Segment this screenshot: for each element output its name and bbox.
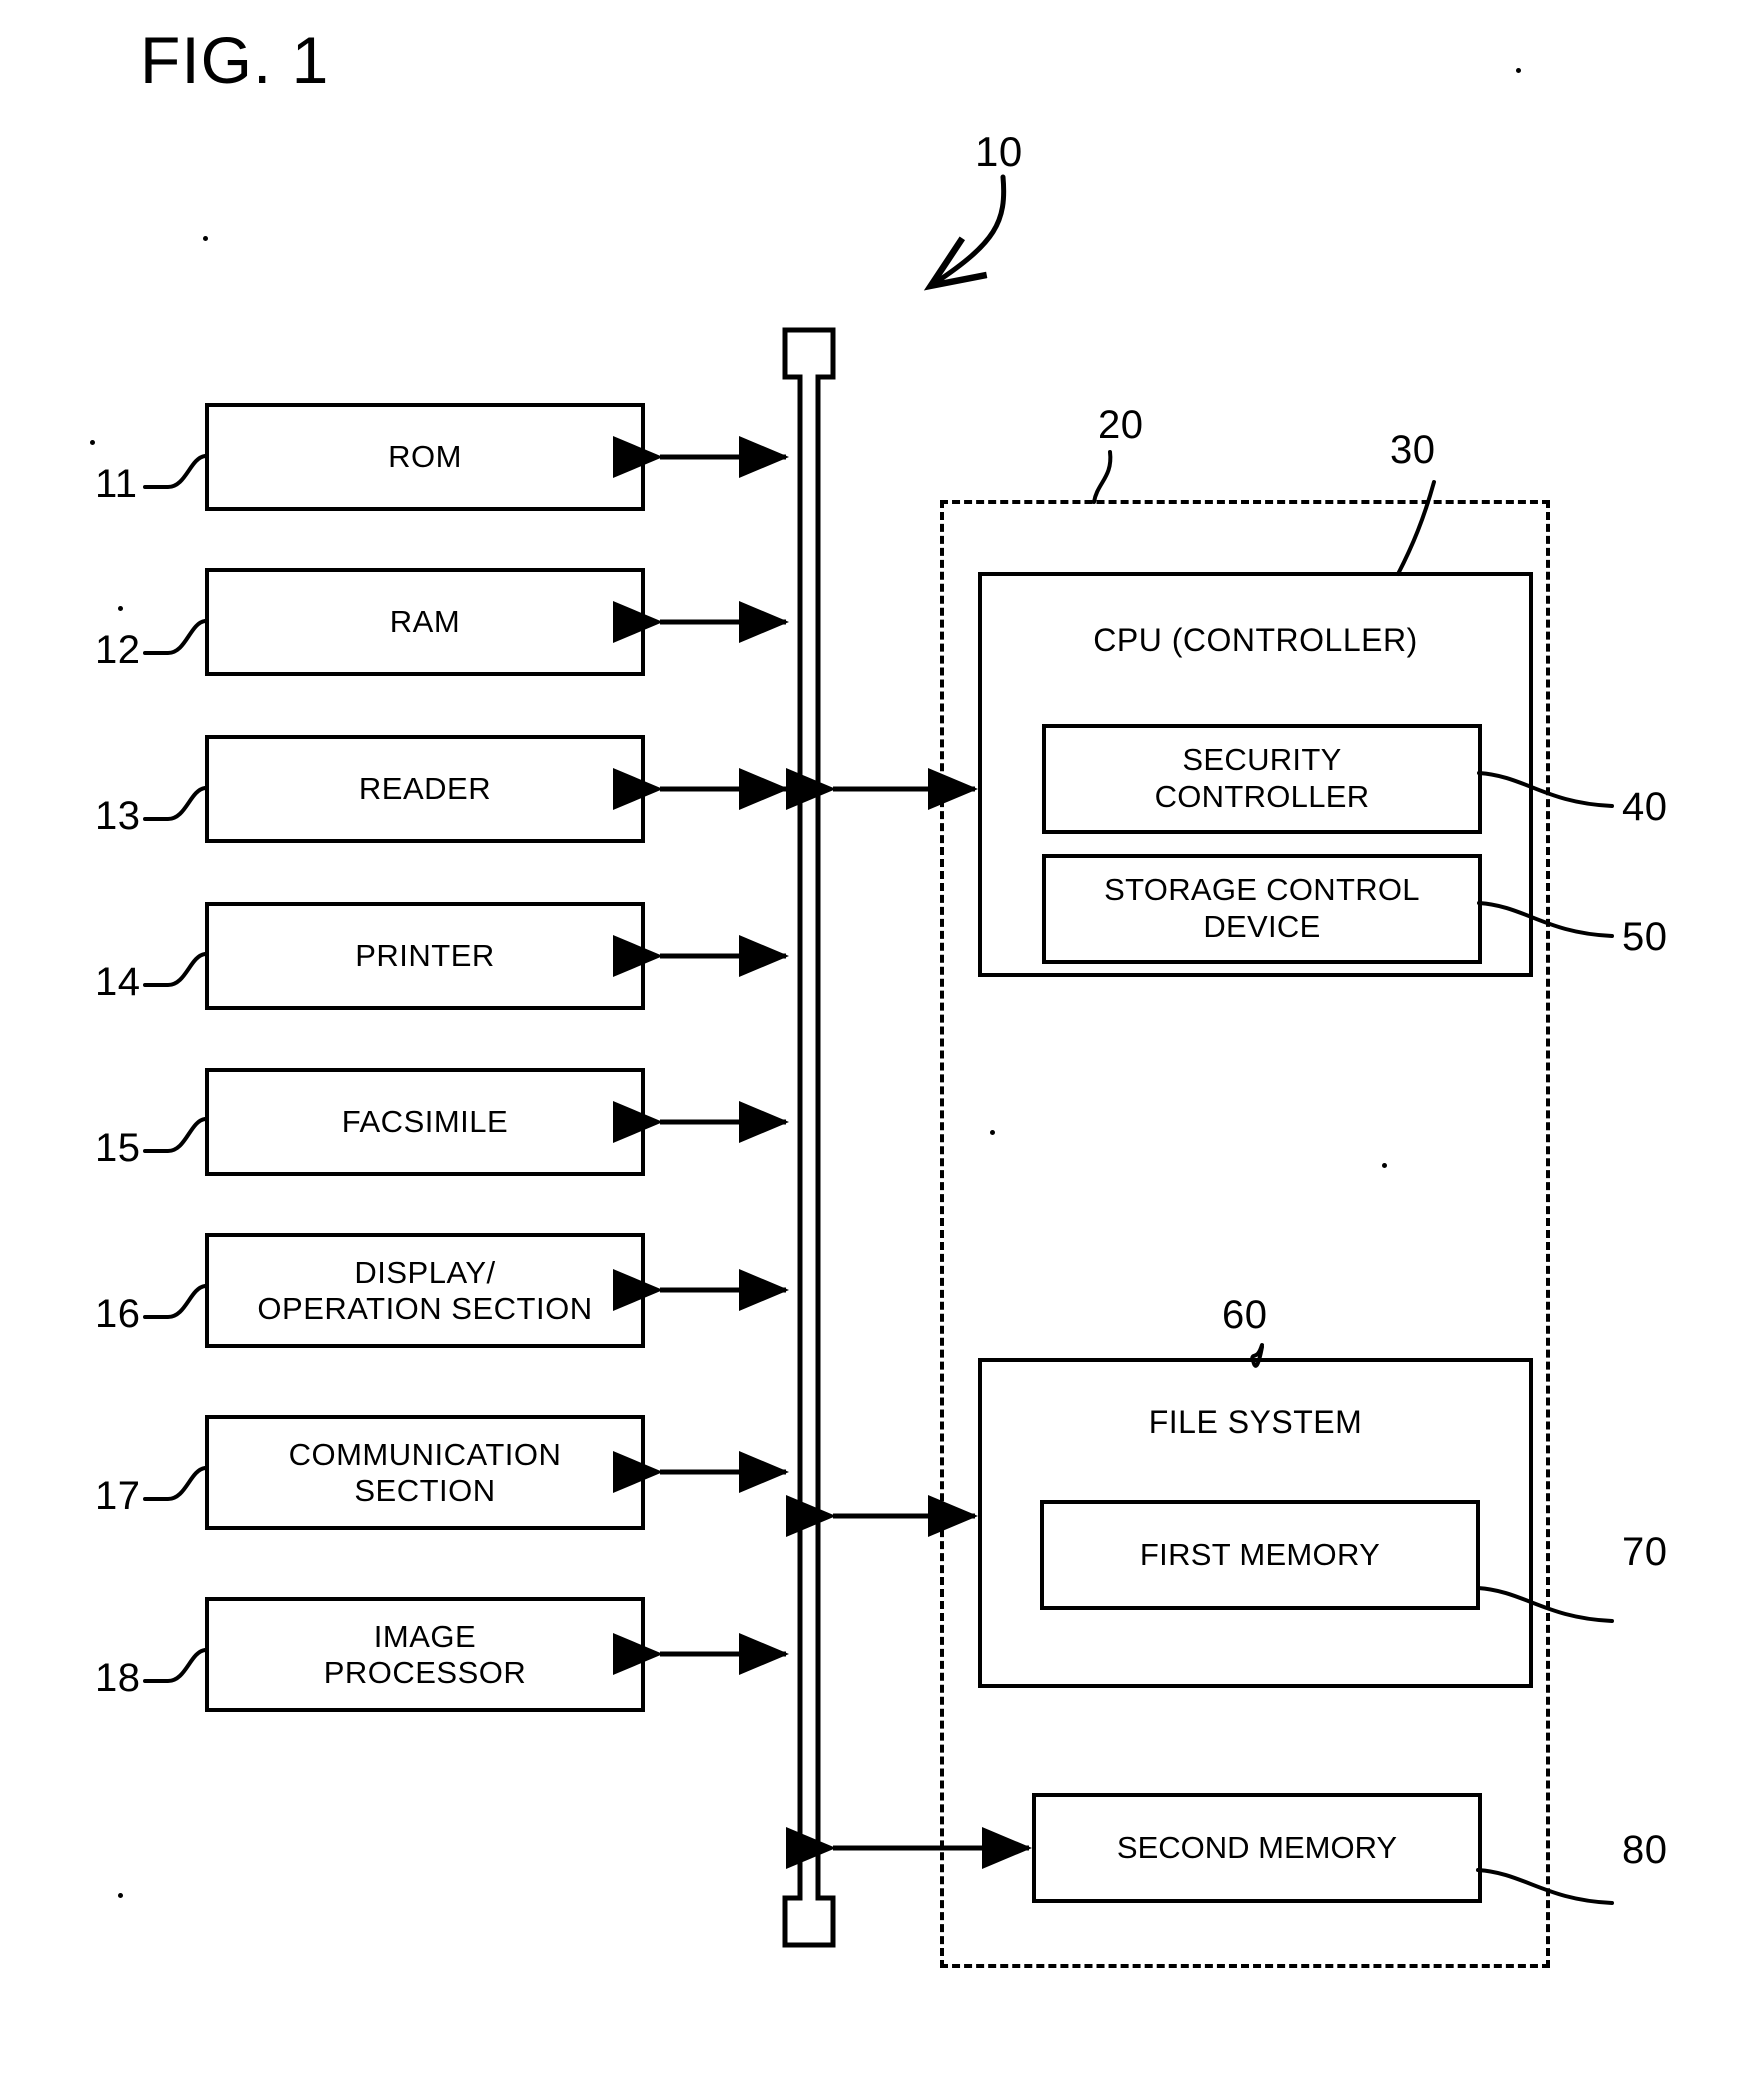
block-reader[interactable]: READER	[205, 735, 645, 843]
ref-label-13: 13	[95, 794, 141, 838]
block-storage-control-device[interactable]: STORAGE CONTROL DEVICE	[1042, 854, 1482, 964]
block-facsimile-label: FACSIMILE	[341, 1104, 509, 1140]
patent-figure: FIG. 1 ROM RAM READER PRINTER FACSIMILE …	[0, 0, 1750, 2077]
scan-speck	[1516, 68, 1521, 73]
block-cpu-controller[interactable]: CPU (CONTROLLER) SECURITY CONTROLLER STO…	[978, 572, 1533, 977]
block-file-system-label: FILE SYSTEM	[1148, 1404, 1363, 1440]
block-ram[interactable]: RAM	[205, 568, 645, 676]
block-ram-label: RAM	[389, 604, 461, 640]
block-first-memory-label: FIRST MEMORY	[1139, 1536, 1381, 1572]
ref-label-30: 30	[1390, 428, 1436, 472]
block-facsimile[interactable]: FACSIMILE	[205, 1068, 645, 1176]
block-communication-section-label: COMMUNICATION SECTION	[288, 1436, 562, 1508]
ref-label-70: 70	[1622, 1530, 1668, 1574]
bus-connectors-left	[613, 436, 790, 1676]
block-reader-label: READER	[358, 771, 492, 807]
block-second-memory[interactable]: SECOND MEMORY	[1032, 1793, 1482, 1903]
ref-label-11: 11	[95, 462, 138, 506]
block-rom[interactable]: ROM	[205, 403, 645, 511]
system-bus-arrow	[782, 327, 836, 1948]
block-cpu-controller-label: CPU (CONTROLLER)	[1093, 622, 1418, 658]
ref-label-10: 10	[975, 128, 1023, 175]
ref-label-12: 12	[95, 628, 141, 672]
scan-speck	[118, 1893, 123, 1898]
ref-label-60: 60	[1222, 1293, 1268, 1337]
block-image-processor[interactable]: IMAGE PROCESSOR	[205, 1597, 645, 1712]
ref-leaders-left	[143, 454, 207, 1683]
scan-speck	[203, 236, 208, 241]
block-printer-label: PRINTER	[355, 938, 495, 974]
ref-label-20: 20	[1098, 403, 1144, 447]
ref-label-40: 40	[1622, 785, 1668, 829]
block-security-controller-label: SECURITY CONTROLLER	[1154, 742, 1370, 814]
block-second-memory-label: SECOND MEMORY	[1116, 1830, 1398, 1866]
block-printer[interactable]: PRINTER	[205, 902, 645, 1010]
block-display-operation-section-label: DISPLAY/ OPERATION SECTION	[257, 1254, 593, 1326]
page-title: FIG. 1	[140, 23, 330, 97]
block-communication-section[interactable]: COMMUNICATION SECTION	[205, 1415, 645, 1530]
ref-label-17: 17	[95, 1474, 141, 1518]
ref-label-50: 50	[1622, 915, 1668, 959]
scan-speck	[90, 440, 95, 445]
ref-20-leader	[1092, 450, 1113, 504]
block-security-controller[interactable]: SECURITY CONTROLLER	[1042, 724, 1482, 834]
ref-label-14: 14	[95, 960, 141, 1004]
block-display-operation-section[interactable]: DISPLAY/ OPERATION SECTION	[205, 1233, 645, 1348]
block-file-system[interactable]: FILE SYSTEM FIRST MEMORY	[978, 1358, 1533, 1688]
block-first-memory[interactable]: FIRST MEMORY	[1040, 1500, 1480, 1610]
scan-speck	[118, 606, 123, 611]
ref-10-arrow	[923, 174, 1007, 291]
ref-label-15: 15	[95, 1126, 141, 1170]
block-storage-control-device-label: STORAGE CONTROL DEVICE	[1104, 872, 1420, 944]
ref-label-16: 16	[95, 1292, 141, 1336]
block-rom-label: ROM	[388, 439, 462, 475]
ref-label-80: 80	[1622, 1828, 1668, 1872]
ref-label-18: 18	[95, 1656, 141, 1700]
block-image-processor-label: IMAGE PROCESSOR	[323, 1618, 527, 1690]
